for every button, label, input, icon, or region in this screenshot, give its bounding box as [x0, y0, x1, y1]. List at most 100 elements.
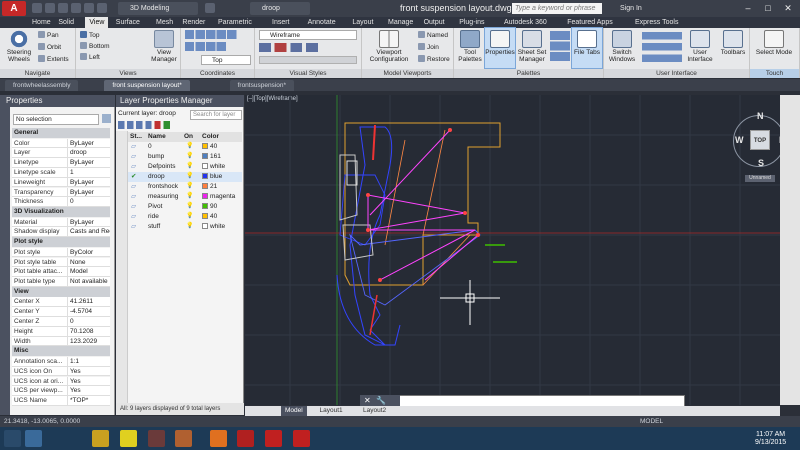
- property-value[interactable]: 70.1208: [67, 326, 110, 337]
- property-value[interactable]: droop: [67, 148, 110, 159]
- layer-on-bulb-icon[interactable]: 💡: [186, 202, 193, 212]
- property-value[interactable]: 123.2029: [67, 336, 110, 347]
- layer-color-swatch[interactable]: [202, 173, 208, 179]
- layout-tab-model[interactable]: Model: [281, 406, 307, 416]
- properties-section-header[interactable]: Plot style: [12, 237, 110, 248]
- property-row[interactable]: Layer droop: [12, 148, 110, 159]
- layer-row[interactable]: ▱ measuring 💡 magenta: [128, 192, 242, 202]
- tab-layout[interactable]: Layout: [348, 17, 377, 28]
- ucs-dropdown[interactable]: Top: [201, 55, 251, 65]
- layer-color[interactable]: white: [202, 162, 225, 172]
- layer-name[interactable]: droop: [148, 172, 165, 182]
- tab-express-tools[interactable]: Express Tools: [631, 17, 682, 28]
- file-tabs-button[interactable]: File Tabs: [571, 27, 603, 69]
- model-space-toggle[interactable]: MODEL: [640, 416, 663, 427]
- saveas-icon[interactable]: [71, 3, 81, 13]
- property-row[interactable]: Height 70.1208: [12, 326, 110, 337]
- selection-dropdown[interactable]: No selection: [13, 114, 99, 125]
- select-mode-button[interactable]: Select Mode: [752, 28, 796, 56]
- compass-west[interactable]: W: [735, 135, 744, 145]
- layer-on-bulb-icon[interactable]: 💡: [186, 192, 193, 202]
- steering-wheels-button[interactable]: Steering Wheels: [2, 28, 36, 63]
- explorer-icon[interactable]: [92, 430, 109, 447]
- property-value[interactable]: ByLayer: [67, 158, 110, 168]
- property-row[interactable]: Center Y -4.5704: [12, 307, 110, 317]
- command-close-icon[interactable]: ✕: [364, 396, 371, 405]
- drawing-canvas[interactable]: [245, 95, 780, 405]
- property-row[interactable]: Color ByLayer: [12, 138, 110, 149]
- workspace-dropdown[interactable]: 3D Modeling: [118, 2, 198, 15]
- autocad-icon-3[interactable]: [293, 430, 310, 447]
- layer-on-bulb-icon[interactable]: 💡: [186, 152, 193, 162]
- ucs-axis-icons[interactable]: [185, 42, 251, 51]
- tab-view[interactable]: View: [85, 17, 109, 28]
- property-row[interactable]: Center X 41.2611: [12, 297, 110, 308]
- sign-in-link[interactable]: Sign In: [620, 0, 642, 17]
- properties-section-header[interactable]: View: [12, 286, 110, 297]
- property-value[interactable]: ByLayer: [67, 217, 110, 228]
- layer-color-swatch[interactable]: [202, 143, 208, 149]
- property-row[interactable]: Thickness 0: [12, 197, 110, 208]
- view-bottom-button[interactable]: Bottom: [80, 42, 110, 51]
- property-row[interactable]: Lineweight ByLayer: [12, 177, 110, 188]
- view-top-button[interactable]: Top: [80, 31, 99, 40]
- property-row[interactable]: Material ByLayer: [12, 217, 110, 228]
- layer-color[interactable]: white: [202, 222, 225, 232]
- property-row[interactable]: Plot style table None: [12, 257, 110, 268]
- switch-windows-button[interactable]: Switch Windows: [606, 28, 638, 63]
- property-value[interactable]: ByLayer: [67, 177, 110, 188]
- tab-annotate[interactable]: Annotate: [304, 17, 340, 28]
- property-value[interactable]: Casts and Rec...: [67, 227, 110, 238]
- layer-color[interactable]: 90: [202, 202, 217, 212]
- ucs-tools-icons[interactable]: [185, 30, 251, 39]
- property-row[interactable]: Plot table attac... Model: [12, 267, 110, 278]
- property-value[interactable]: 41.2611: [67, 297, 110, 308]
- tab-home[interactable]: Home: [28, 17, 55, 28]
- system-clock[interactable]: 11:07 AM 9/13/2015: [755, 431, 786, 447]
- layer-color-swatch[interactable]: [202, 203, 208, 209]
- layer-color-swatch[interactable]: [202, 223, 208, 229]
- quick-select-icon[interactable]: [102, 114, 111, 123]
- document-tab[interactable]: frontsuspension*: [229, 80, 295, 91]
- layer-row[interactable]: ▱ stuff 💡 white: [128, 222, 242, 232]
- property-row[interactable]: UCS Name *TOP*: [12, 396, 110, 406]
- property-value[interactable]: *TOP*: [67, 396, 110, 406]
- toolbars-button[interactable]: Toolbars: [717, 28, 749, 56]
- layer-color[interactable]: 161: [202, 152, 221, 162]
- properties-section-header[interactable]: General: [12, 128, 110, 138]
- ie-icon[interactable]: [25, 430, 42, 447]
- view-manager-button[interactable]: View Manager: [148, 28, 180, 63]
- layer-name[interactable]: ride: [148, 212, 159, 222]
- compass-north[interactable]: N: [757, 111, 764, 121]
- model-viewport[interactable]: [–][Top][Wireframe] TOP N S W Unnamed: [245, 95, 780, 405]
- workspace-gear-icon[interactable]: [205, 3, 215, 13]
- layer-name[interactable]: stuff: [148, 222, 160, 232]
- tab-surface[interactable]: Surface: [112, 17, 144, 28]
- layout-tab-layout2[interactable]: Layout2: [359, 406, 390, 416]
- layer-name[interactable]: Defpoints: [148, 162, 175, 172]
- layer-row[interactable]: ▱ Defpoints 💡 white: [128, 162, 242, 172]
- layer-color-swatch[interactable]: [202, 163, 208, 169]
- tab-output[interactable]: Output: [420, 17, 449, 28]
- column-on[interactable]: On: [184, 132, 193, 142]
- column-status[interactable]: St...: [130, 132, 142, 142]
- coordinate-readout[interactable]: 21.3418, -13.0065, 0.0000: [4, 416, 80, 427]
- layer-on-bulb-icon[interactable]: 💡: [186, 182, 193, 192]
- property-row[interactable]: Linetype ByLayer: [12, 158, 110, 168]
- tab-insert[interactable]: Insert: [268, 17, 294, 28]
- open-icon[interactable]: [45, 3, 55, 13]
- new-icon[interactable]: [32, 3, 42, 13]
- layer-row[interactable]: ▱ ride 💡 40: [128, 212, 242, 222]
- property-value[interactable]: 1: [67, 167, 110, 178]
- visual-style-dropdown[interactable]: Wireframe: [259, 30, 357, 40]
- layer-name[interactable]: 0: [148, 142, 152, 152]
- compass-south[interactable]: S: [758, 158, 764, 168]
- app-icon-2[interactable]: [148, 430, 165, 447]
- autocad-icon-2[interactable]: [265, 430, 282, 447]
- minimize-button[interactable]: –: [738, 0, 758, 17]
- properties-section-header[interactable]: 3D Visualization: [12, 207, 110, 218]
- layer-row[interactable]: ✔ droop 💡 blue: [128, 172, 242, 182]
- orbit-button[interactable]: Orbit: [38, 43, 61, 52]
- undo-icon[interactable]: [97, 3, 107, 13]
- property-row[interactable]: Center Z 0: [12, 317, 110, 327]
